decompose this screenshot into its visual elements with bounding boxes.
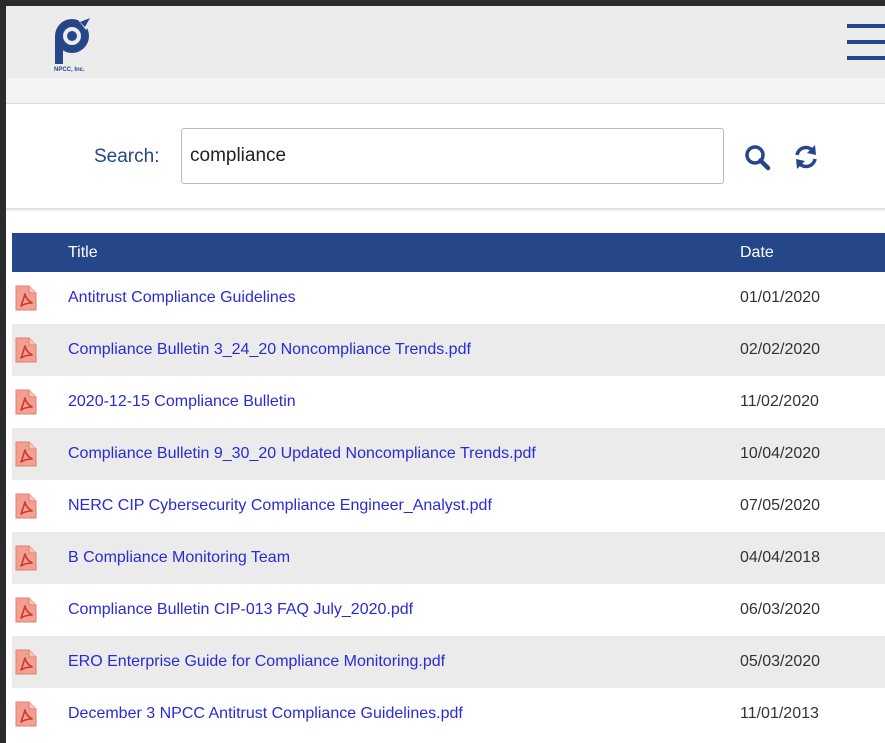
refresh-button[interactable]	[791, 143, 821, 171]
file-type-cell	[12, 532, 67, 584]
file-type-cell	[12, 480, 67, 532]
results-table: Title Date Antitrust Compliance Guidelin…	[12, 233, 885, 740]
pdf-file-icon	[15, 493, 37, 519]
pdf-file-icon	[15, 701, 37, 727]
document-link[interactable]: Compliance Bulletin 3_24_20 Noncomplianc…	[68, 341, 471, 358]
search-button[interactable]	[743, 143, 773, 171]
search-input[interactable]	[181, 128, 724, 184]
file-type-cell	[12, 688, 67, 740]
table-row[interactable]: Compliance Bulletin 3_24_20 Noncomplianc…	[12, 324, 885, 376]
document-link[interactable]: NERC CIP Cybersecurity Compliance Engine…	[68, 497, 492, 514]
document-link[interactable]: 2020-12-15 Compliance Bulletin	[68, 393, 296, 410]
table-row[interactable]: December 3 NPCC Antitrust Compliance Gui…	[12, 688, 885, 740]
table-row[interactable]: ERO Enterprise Guide for Compliance Moni…	[12, 636, 885, 688]
document-link[interactable]: Compliance Bulletin CIP-013 FAQ July_202…	[68, 601, 413, 618]
title-cell: Compliance Bulletin CIP-013 FAQ July_202…	[67, 584, 740, 636]
hamburger-icon-bar	[847, 56, 885, 60]
pdf-file-icon	[15, 545, 37, 571]
search-label: Search:	[94, 146, 160, 167]
title-cell: Compliance Bulletin 3_24_20 Noncomplianc…	[67, 324, 740, 376]
hamburger-icon-bar	[847, 40, 885, 44]
pdf-file-icon	[15, 597, 37, 623]
document-link[interactable]: B Compliance Monitoring Team	[68, 549, 290, 566]
title-column-header[interactable]: Title	[67, 233, 740, 272]
file-type-cell	[12, 272, 67, 324]
document-link[interactable]: December 3 NPCC Antitrust Compliance Gui…	[68, 705, 463, 722]
pdf-file-icon	[15, 649, 37, 675]
hamburger-icon	[847, 24, 885, 28]
icon-column-header	[12, 233, 67, 272]
table-row[interactable]: Compliance Bulletin CIP-013 FAQ July_202…	[12, 584, 885, 636]
hamburger-menu-button[interactable]	[847, 20, 885, 64]
file-type-cell	[12, 584, 67, 636]
date-text: 11/02/2020	[740, 393, 819, 410]
search-bar-shadow	[6, 208, 885, 212]
date-cell: 02/02/2020	[740, 324, 885, 376]
search-bar: Search:	[6, 105, 885, 208]
date-text: 10/04/2020	[740, 445, 821, 462]
date-cell: 10/04/2020	[740, 428, 885, 480]
title-cell: ERO Enterprise Guide for Compliance Moni…	[67, 636, 740, 688]
file-type-cell	[12, 636, 67, 688]
logo-mark-icon	[55, 16, 94, 64]
top-header: NPCC, Inc.	[6, 6, 885, 78]
date-text: 11/01/2013	[740, 705, 819, 722]
logo-text: NPCC, Inc.	[54, 67, 85, 73]
pdf-file-icon	[15, 285, 37, 311]
table-row[interactable]: 2020-12-15 Compliance Bulletin 11/02/2020	[12, 376, 885, 428]
date-column-header[interactable]: Date	[740, 233, 885, 272]
refresh-icon	[795, 145, 817, 169]
date-text: 06/03/2020	[740, 601, 821, 618]
pdf-file-icon	[15, 441, 37, 467]
date-cell: 07/05/2020	[740, 480, 885, 532]
date-cell: 11/02/2020	[740, 376, 885, 428]
title-cell: Compliance Bulletin 9_30_20 Updated Nonc…	[67, 428, 740, 480]
app-window: NPCC, Inc. Search: compliance Title Date…	[6, 6, 885, 743]
title-cell: December 3 NPCC Antitrust Compliance Gui…	[67, 688, 740, 740]
title-cell: NERC CIP Cybersecurity Compliance Engine…	[67, 480, 740, 532]
document-link[interactable]: Compliance Bulletin 9_30_20 Updated Nonc…	[68, 445, 536, 462]
table-header-row: Title Date	[12, 233, 885, 272]
date-text: 04/04/2018	[740, 549, 821, 566]
npcc-logo[interactable]: NPCC, Inc.	[50, 16, 106, 74]
document-link[interactable]: ERO Enterprise Guide for Compliance Moni…	[68, 653, 445, 670]
date-text: 01/01/2020	[740, 289, 821, 306]
date-cell: 05/03/2020	[740, 636, 885, 688]
table-row[interactable]: NERC CIP Cybersecurity Compliance Engine…	[12, 480, 885, 532]
file-type-cell	[12, 428, 67, 480]
document-link[interactable]: Antitrust Compliance Guidelines	[68, 289, 296, 306]
date-cell: 11/01/2013	[740, 688, 885, 740]
pdf-file-icon	[15, 337, 37, 363]
header-separator	[6, 78, 885, 104]
table-row[interactable]: B Compliance Monitoring Team 04/04/2018	[12, 532, 885, 584]
date-cell: 01/01/2020	[740, 272, 885, 324]
file-type-cell	[12, 324, 67, 376]
pdf-file-icon	[15, 389, 37, 415]
table-row[interactable]: Compliance Bulletin 9_30_20 Updated Nonc…	[12, 428, 885, 480]
title-cell: Antitrust Compliance Guidelines	[67, 272, 740, 324]
date-text: 07/05/2020	[740, 497, 821, 514]
date-cell: 04/04/2018	[740, 532, 885, 584]
table-row[interactable]: Antitrust Compliance Guidelines 01/01/202…	[12, 272, 885, 324]
search-icon	[745, 145, 771, 171]
date-text: 05/03/2020	[740, 653, 821, 670]
results-body: Antitrust Compliance Guidelines 01/01/202…	[12, 272, 885, 740]
date-cell: 06/03/2020	[740, 584, 885, 636]
title-cell: B Compliance Monitoring Team	[67, 532, 740, 584]
date-text: 02/02/2020	[740, 341, 821, 358]
file-type-cell	[12, 376, 67, 428]
title-cell: 2020-12-15 Compliance Bulletin	[67, 376, 740, 428]
